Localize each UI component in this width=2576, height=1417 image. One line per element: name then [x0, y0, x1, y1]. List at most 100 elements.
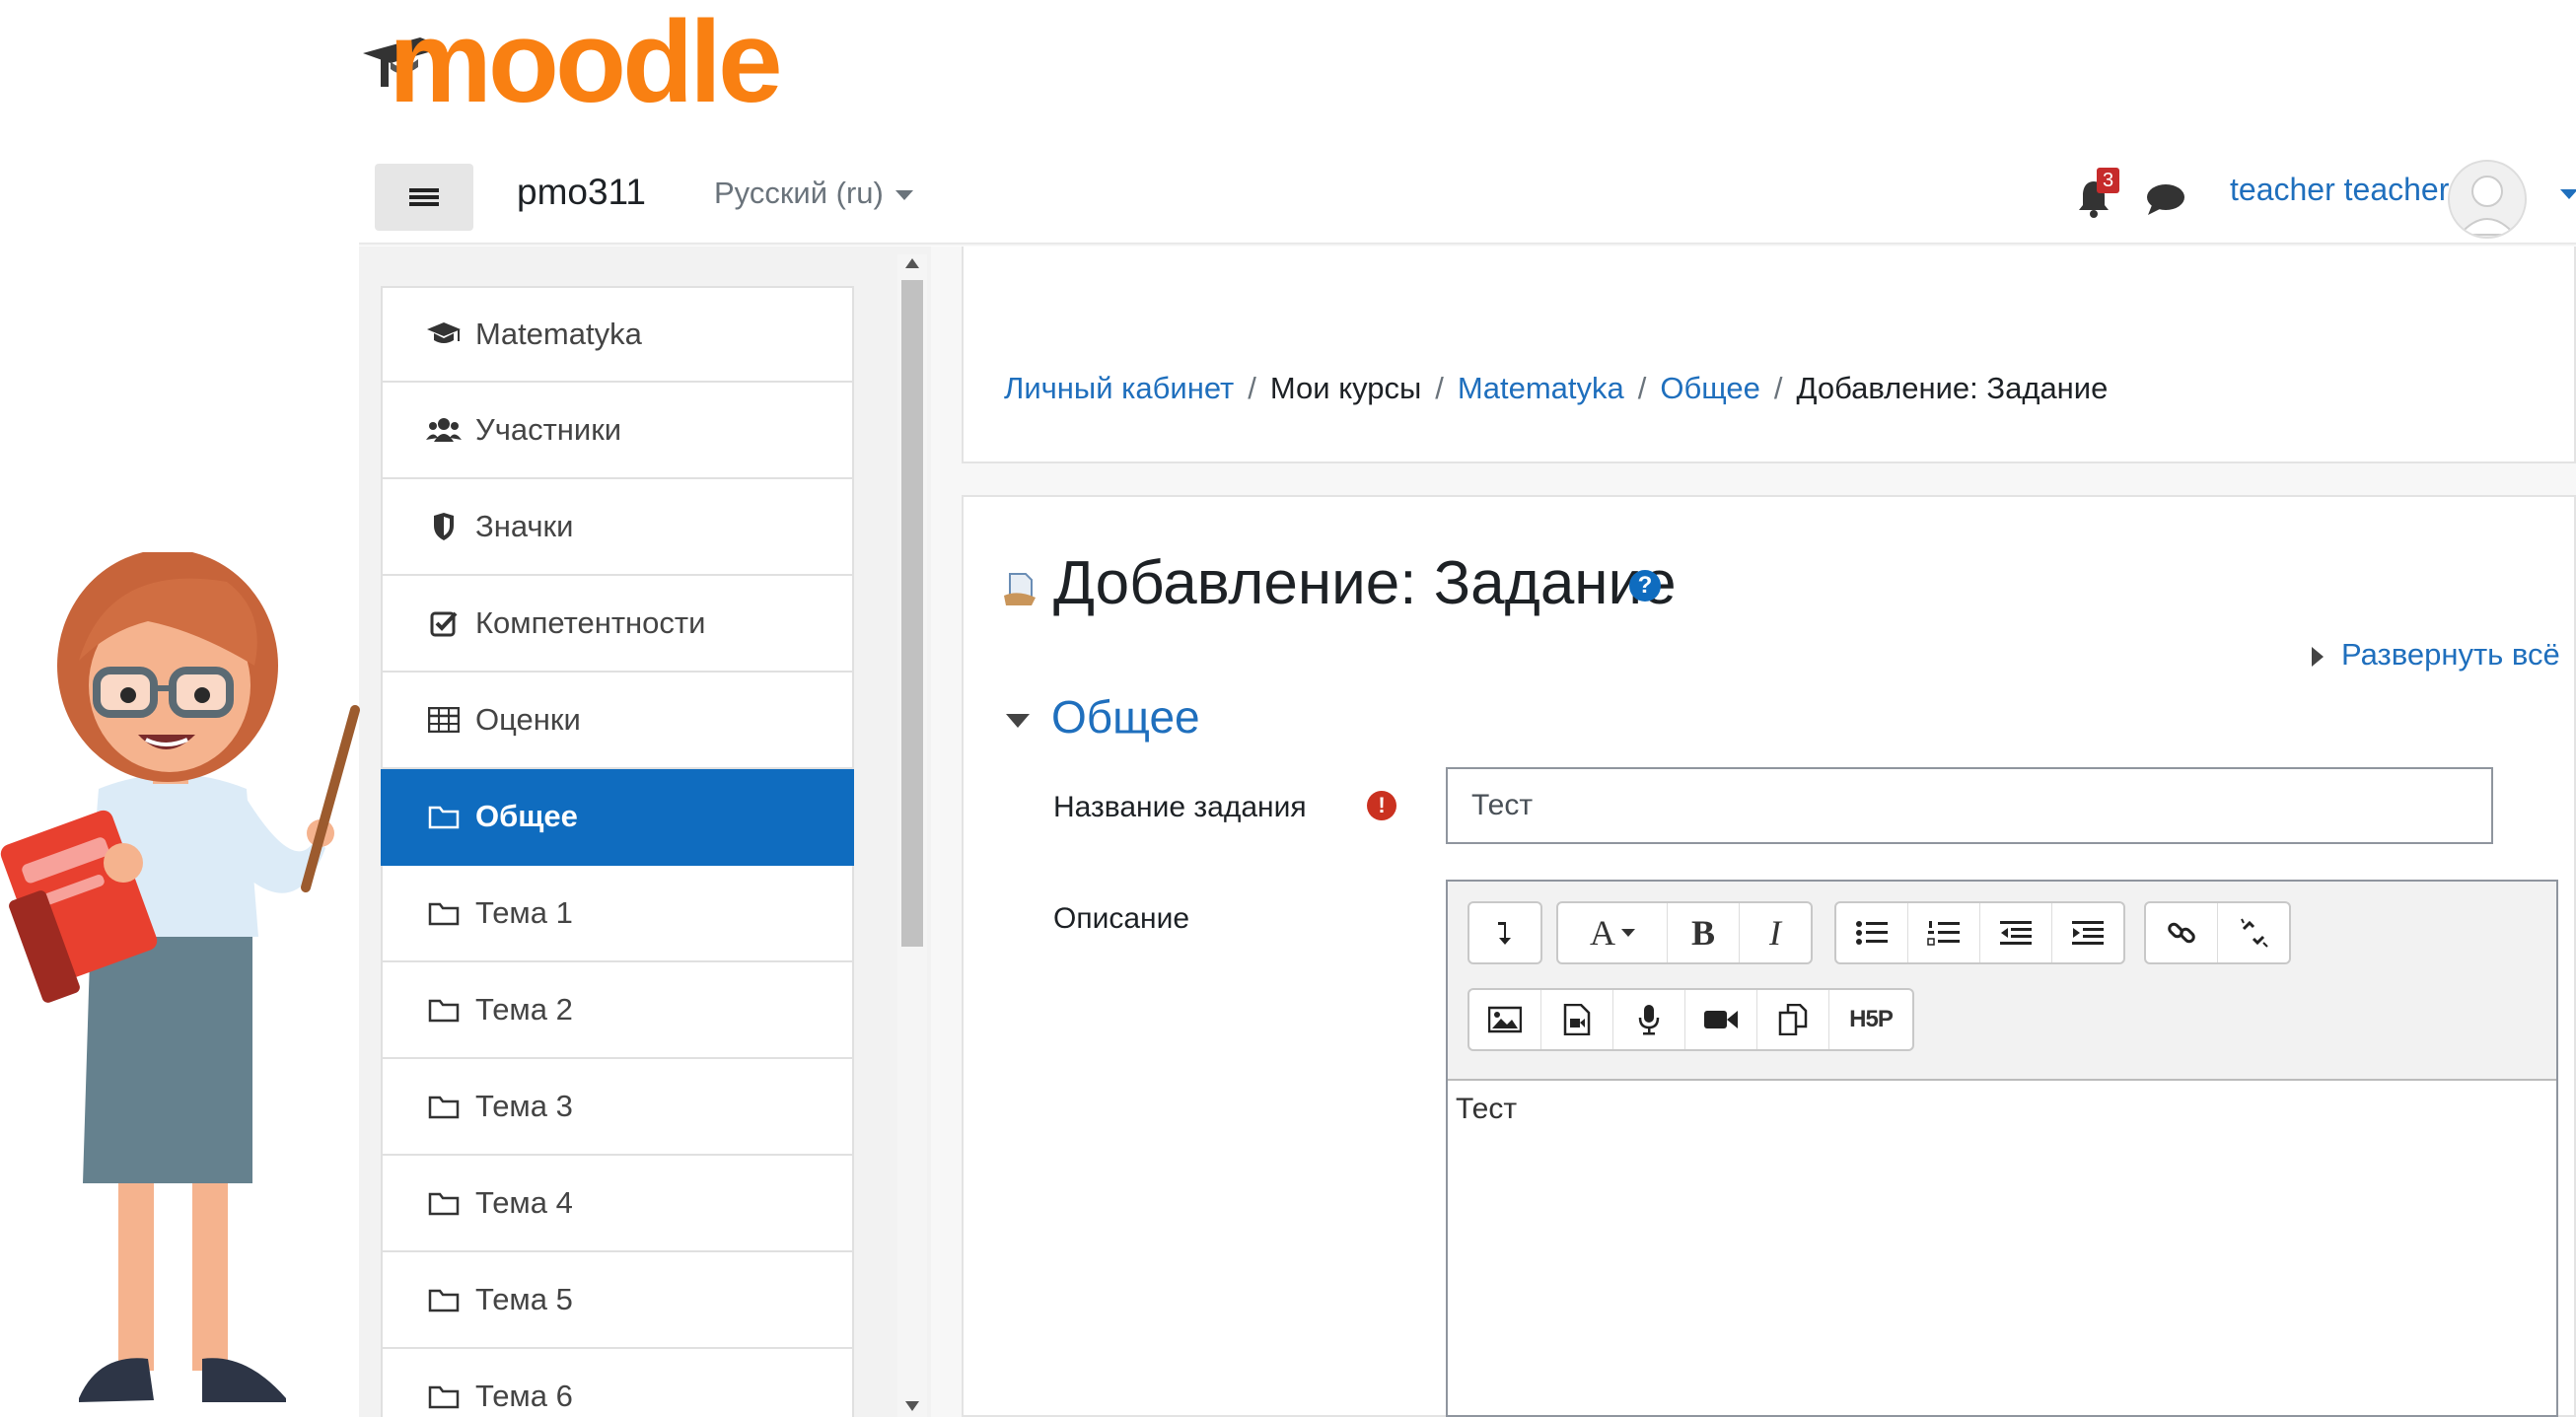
chat-icon[interactable] — [2144, 181, 2187, 217]
scroll-up-icon[interactable] — [905, 258, 919, 268]
outdent-icon — [2000, 921, 2032, 945]
breadcrumb-separator: / — [1435, 371, 1444, 405]
bold-button[interactable]: B — [1668, 903, 1740, 962]
sidebar-item-topic-4[interactable]: Тема 4 — [381, 1156, 854, 1252]
course-navigation-drawer: Matematyka Участники Значки Компетентнос… — [381, 286, 854, 1417]
sidebar-item-topic-1[interactable]: Тема 1 — [381, 866, 854, 962]
folder-icon — [424, 801, 464, 832]
site-name[interactable]: pmo311 — [517, 172, 646, 213]
scrollbar-thumb[interactable] — [901, 280, 923, 947]
unlink-button[interactable] — [2218, 903, 2289, 962]
sidebar-item-label: Оценки — [475, 702, 581, 737]
sidebar-item-topic-5[interactable]: Тема 5 — [381, 1252, 854, 1349]
italic-button[interactable]: I — [1740, 903, 1811, 962]
user-menu-caret-icon[interactable] — [2560, 189, 2576, 199]
teacher-illustration — [0, 552, 360, 1402]
sidebar-item-grades[interactable]: Оценки — [381, 673, 854, 769]
sidebar-item-label: Matematyka — [475, 317, 642, 351]
expand-all-link[interactable]: Развернуть всё — [2312, 637, 2560, 673]
sidebar-item-topic-2[interactable]: Тема 2 — [381, 962, 854, 1059]
sidebar-item-general[interactable]: Общее — [381, 769, 854, 866]
folder-icon — [424, 1187, 464, 1219]
assignment-name-label: Название задания — [1053, 791, 1307, 823]
font-style-icon: A — [1590, 913, 1615, 953]
page-title: Добавление: Задание — [1053, 549, 1677, 617]
checkbox-icon — [424, 607, 464, 639]
description-editor[interactable]: A B I H5P Тест — [1446, 880, 2558, 1417]
assignment-icon — [1004, 573, 1036, 605]
sidebar-item-participants[interactable]: Участники — [381, 383, 854, 479]
folder-icon — [424, 1381, 464, 1412]
section-general-toggle[interactable]: Общее — [1006, 690, 1200, 744]
link-icon — [2168, 922, 2195, 944]
caret-right-icon — [2312, 646, 2324, 667]
unordered-list-button[interactable] — [1836, 903, 1908, 962]
avatar-icon — [2457, 176, 2518, 236]
unordered-list-icon — [1856, 921, 1888, 945]
folder-icon — [424, 1091, 464, 1122]
breadcrumb-current: Добавление: Задание — [1796, 371, 2109, 405]
manage-files-icon — [1778, 1004, 1808, 1035]
language-menu[interactable]: Русский (ru) — [714, 176, 913, 211]
image-icon — [1488, 1006, 1522, 1033]
scroll-down-icon[interactable] — [905, 1401, 919, 1411]
breadcrumb-separator: / — [1773, 371, 1783, 405]
folder-icon — [424, 994, 464, 1026]
expand-all-label: Развернуть всё — [2341, 637, 2560, 672]
breadcrumb-course[interactable]: Matematyka — [1458, 371, 1624, 405]
sidebar-item-label: Тема 3 — [475, 1089, 573, 1123]
shield-icon — [424, 511, 464, 542]
help-icon[interactable]: ? — [1629, 570, 1661, 602]
sidebar-item-label: Общее — [475, 799, 578, 833]
record-audio-button[interactable] — [1613, 990, 1685, 1049]
notification-count-badge: 3 — [2097, 168, 2120, 193]
expand-toolbar-button[interactable] — [1469, 903, 1540, 962]
ordered-list-button[interactable] — [1908, 903, 1980, 962]
folder-icon — [424, 1284, 464, 1315]
outdent-button[interactable] — [1980, 903, 2052, 962]
h5p-button[interactable]: H5P — [1829, 990, 1912, 1049]
sidebar-item-matematyka[interactable]: Matematyka — [381, 286, 854, 383]
sidebar-scrollbar[interactable] — [897, 254, 927, 1417]
top-navbar: pmo311 Русский (ru) 3 teacher teacher — [359, 146, 2576, 245]
media-button[interactable] — [1541, 990, 1613, 1049]
editor-content[interactable]: Тест — [1456, 1093, 1517, 1126]
sidebar-item-label: Участники — [475, 412, 622, 447]
menu-icon — [409, 185, 439, 209]
sidebar-item-topic-3[interactable]: Тема 3 — [381, 1059, 854, 1156]
font-style-button[interactable]: A — [1558, 903, 1668, 962]
breadcrumb-section[interactable]: Общее — [1660, 371, 1760, 405]
breadcrumb-separator: / — [1248, 371, 1256, 405]
moodle-logo[interactable]: moodle — [361, 4, 783, 120]
unlink-icon — [2241, 918, 2268, 948]
avatar[interactable] — [2448, 160, 2527, 239]
notifications-button[interactable]: 3 — [2077, 168, 2136, 227]
assignment-name-input[interactable] — [1446, 767, 2493, 844]
breadcrumb: Личный кабинет / Мои курсы / Matematyka / Обще… — [1004, 371, 2108, 406]
sidebar-item-label: Тема 5 — [475, 1282, 573, 1316]
manage-files-button[interactable] — [1757, 990, 1829, 1049]
menu-toggle-button[interactable] — [375, 164, 473, 231]
sidebar-item-topic-6[interactable]: Тема 6 — [381, 1349, 854, 1417]
breadcrumb-separator: / — [1637, 371, 1647, 405]
caret-down-icon — [894, 189, 913, 200]
required-icon: ! — [1367, 791, 1396, 820]
sidebar-item-competencies[interactable]: Компетентности — [381, 576, 854, 673]
indent-button[interactable] — [2052, 903, 2123, 962]
record-video-button[interactable] — [1685, 990, 1757, 1049]
logo-text: moodle — [389, 0, 783, 127]
user-menu-name[interactable]: teacher teacher — [2230, 172, 2449, 208]
link-button[interactable] — [2146, 903, 2218, 962]
sidebar-item-badges[interactable]: Значки — [381, 479, 854, 576]
image-button[interactable] — [1469, 990, 1541, 1049]
sidebar-item-label: Значки — [475, 509, 574, 543]
expand-toolbar-icon — [1498, 922, 1511, 945]
toolbar-group-toggle — [1467, 901, 1542, 964]
bold-icon: B — [1690, 913, 1715, 953]
users-icon — [424, 414, 464, 446]
media-icon — [1563, 1004, 1591, 1035]
toolbar-group-style: A B I — [1556, 901, 1813, 964]
record-audio-icon — [1638, 1005, 1660, 1035]
caret-down-icon — [1621, 929, 1635, 937]
breadcrumb-dashboard[interactable]: Личный кабинет — [1004, 371, 1234, 405]
